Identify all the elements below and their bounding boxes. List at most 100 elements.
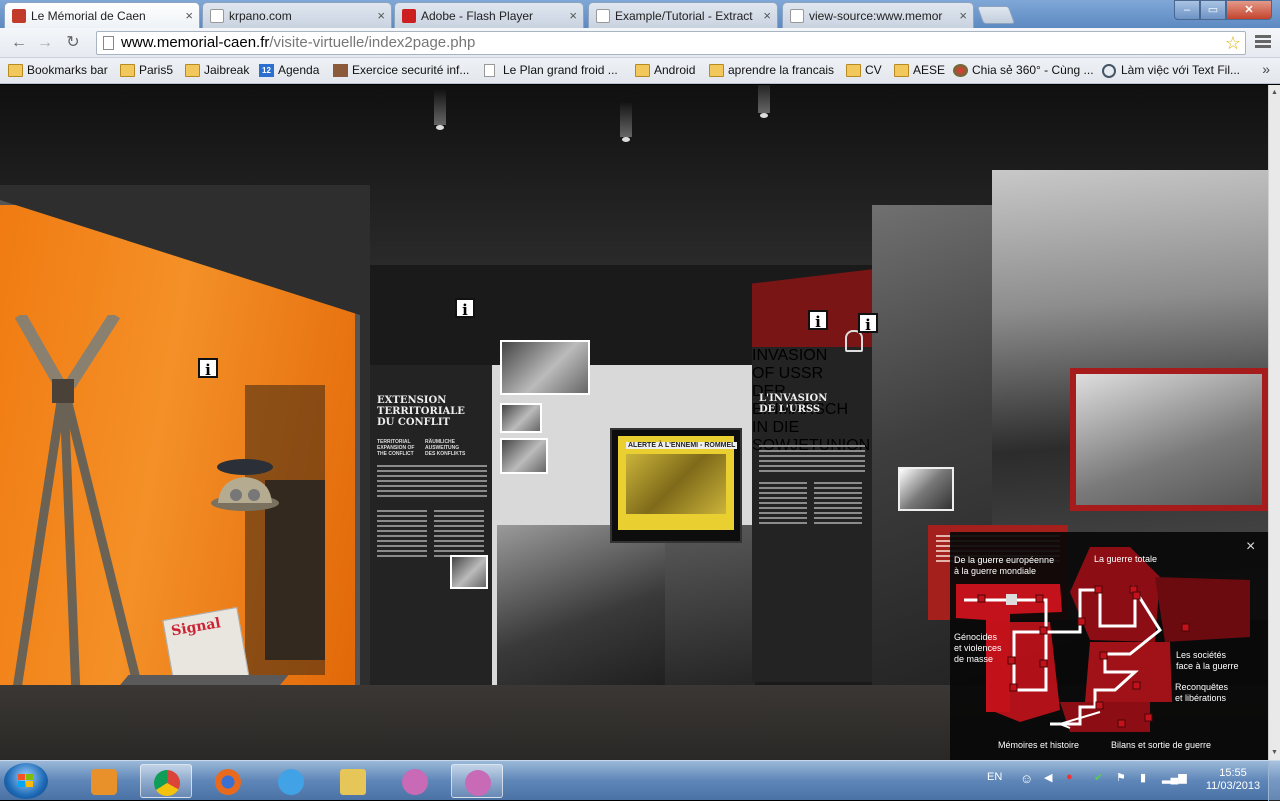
maximize-button[interactable]: ▭ <box>1200 0 1226 20</box>
tab-view-source[interactable]: view-source:www.memor × <box>782 2 974 28</box>
tab-memorial[interactable]: Le Mémorial de Caen × <box>4 2 200 28</box>
info-hotspot-icon[interactable]: i <box>198 358 218 379</box>
volume-muted-tray-icon[interactable]: ◀ <box>1044 771 1052 784</box>
wall-photo <box>500 438 548 474</box>
back-arrow-icon[interactable]: ← <box>8 33 30 53</box>
bookmark-item[interactable]: AESE <box>894 63 945 77</box>
taskbar-media-player[interactable] <box>78 764 130 798</box>
bookmarks-overflow-button[interactable]: » <box>1262 61 1270 77</box>
bookmark-item[interactable]: Exercice securité inf... <box>333 63 469 77</box>
poster-headline: ALERTE À L'ENNEMI - ROMMEL <box>626 442 738 449</box>
address-bar[interactable]: www.memorial-caen.fr/visite-virtuelle/in… <box>96 31 1246 55</box>
emoticon-tray-icon[interactable]: ☺ <box>1020 771 1033 786</box>
museum-navigation-map[interactable]: De la guerre européenne à la guerre mond… <box>950 532 1268 760</box>
bookmark-label: aprendre la francais <box>728 63 835 77</box>
bookmark-label: Paris5 <box>139 63 174 77</box>
map-label-totale[interactable]: La guerre totale <box>1094 554 1157 565</box>
taskbar-messenger[interactable] <box>451 764 503 798</box>
address-domain: www.memorial-caen.fr <box>121 34 270 51</box>
bookmark-label: Chia sẻ 360° - Cùng ... <box>972 63 1094 77</box>
taskbar-ie[interactable] <box>265 764 317 798</box>
messenger-icon <box>402 769 428 795</box>
map-label-europe[interactable]: De la guerre européenne à la guerre mond… <box>954 555 1054 577</box>
close-tab-icon[interactable]: × <box>377 8 385 23</box>
bookmark-item[interactable]: Chia sẻ 360° - Cùng ... <box>953 63 1094 77</box>
network-tray-icon[interactable]: ▂▄▆ <box>1162 771 1187 784</box>
bookmark-item[interactable]: Làm việc với Text Fil... <box>1102 63 1240 78</box>
close-map-icon[interactable]: × <box>1246 538 1255 556</box>
flag-tray-icon[interactable]: ⚑ <box>1116 771 1126 784</box>
zone-bilans[interactable] <box>1060 702 1150 732</box>
wall-photo <box>500 403 542 433</box>
bookmark-item[interactable]: Paris5 <box>120 63 173 77</box>
zone-societes[interactable] <box>1155 577 1250 642</box>
bookmark-star-icon[interactable]: ☆ <box>1225 32 1241 54</box>
windows-logo-icon <box>18 774 34 788</box>
bookmark-item[interactable]: Jaibreak <box>185 63 249 77</box>
bookmark-item[interactable]: Android <box>635 63 695 77</box>
map-label-bilans[interactable]: Bilans et sortie de guerre <box>1111 740 1211 751</box>
bookmark-item[interactable]: 12 Agenda <box>259 63 319 77</box>
taskbar-clock[interactable]: 15:55 11/03/2013 <box>1205 767 1261 793</box>
scroll-up-icon[interactable]: ▲ <box>1271 89 1278 96</box>
bookmark-item[interactable]: CV <box>846 63 882 77</box>
current-location-marker <box>1006 594 1017 605</box>
bookmark-label: AESE <box>913 63 946 77</box>
scroll-down-icon[interactable]: ▼ <box>1271 749 1278 756</box>
chrome-icon <box>154 770 180 796</box>
bookmark-item[interactable]: Bookmarks bar <box>8 63 108 77</box>
panel-body-text <box>434 510 484 560</box>
map-label-reconquetes[interactable]: Reconquêtes et libérations <box>1175 682 1228 704</box>
taskbar-chrome[interactable] <box>140 764 192 798</box>
security-tray-icon[interactable]: ● <box>1066 771 1073 783</box>
show-desktop-button[interactable] <box>1268 761 1280 801</box>
firefox-icon <box>215 769 241 795</box>
tab-title: Adobe - Flash Player <box>421 9 534 23</box>
folder-icon <box>709 64 724 77</box>
framed-photo-image <box>1076 374 1262 505</box>
close-tab-icon[interactable]: × <box>763 8 771 23</box>
minimize-button[interactable]: – <box>1174 0 1200 20</box>
bookmark-item[interactable]: aprendre la francais <box>709 63 834 77</box>
taskbar-explorer[interactable] <box>327 764 379 798</box>
tab-adobe[interactable]: Adobe - Flash Player × <box>394 2 584 28</box>
new-tab-button[interactable] <box>976 6 1016 24</box>
page-icon <box>484 64 495 77</box>
address-path: /visite-virtuelle/index2page.php <box>269 34 476 51</box>
helmet-icon <box>211 459 279 511</box>
taskbar-firefox[interactable] <box>202 764 254 798</box>
case-shadow <box>245 385 325 675</box>
map-label-societes[interactable]: Les sociétés face à la guerre <box>1176 650 1239 672</box>
audio-guide-icon[interactable] <box>845 330 863 352</box>
menu-icon[interactable] <box>1254 33 1272 51</box>
tab-title: Le Mémorial de Caen <box>31 9 146 23</box>
wordpress-icon <box>1102 64 1116 78</box>
antivirus-tray-icon[interactable]: ✔ <box>1094 771 1103 784</box>
bookmark-label: Android <box>654 63 696 77</box>
close-tab-icon[interactable]: × <box>185 8 193 23</box>
language-indicator[interactable]: EN <box>987 771 1002 783</box>
battery-tray-icon[interactable]: ▮ <box>1140 771 1146 784</box>
start-button[interactable] <box>4 763 48 799</box>
map-label-genocides[interactable]: Génocides et violences de masse <box>954 632 1002 665</box>
close-tab-icon[interactable]: × <box>569 8 577 23</box>
info-hotspot-icon[interactable]: i <box>808 310 828 331</box>
close-tab-icon[interactable]: × <box>959 8 967 23</box>
map-label-memoires[interactable]: Mémoires et histoire <box>998 740 1079 751</box>
folder-icon <box>185 64 200 77</box>
tab-tutorial[interactable]: Example/Tutorial - Extract × <box>588 2 778 28</box>
forward-arrow-icon[interactable]: → <box>34 33 56 53</box>
info-hotspot-icon[interactable]: i <box>858 313 878 334</box>
vertical-scrollbar[interactable]: ▲ ▼ <box>1268 85 1280 760</box>
framed-photo <box>1070 368 1268 511</box>
window-close-button[interactable]: ✕ <box>1226 0 1272 20</box>
info-hotspot-icon[interactable]: i <box>455 298 475 319</box>
panel-body-text <box>814 482 862 527</box>
taskbar-messenger[interactable] <box>389 764 441 798</box>
bookmark-item[interactable]: Le Plan grand froid ... <box>484 63 618 77</box>
reload-icon[interactable]: ↻ <box>62 33 84 53</box>
panel-title: EXTENSION TERRITORIALE DU CONFLIT <box>377 395 465 428</box>
framed-poster[interactable]: ALERTE À L'ENNEMI - ROMMEL <box>610 428 742 543</box>
panel-body-text <box>759 482 807 527</box>
tab-krpano[interactable]: krpano.com × <box>202 2 392 28</box>
